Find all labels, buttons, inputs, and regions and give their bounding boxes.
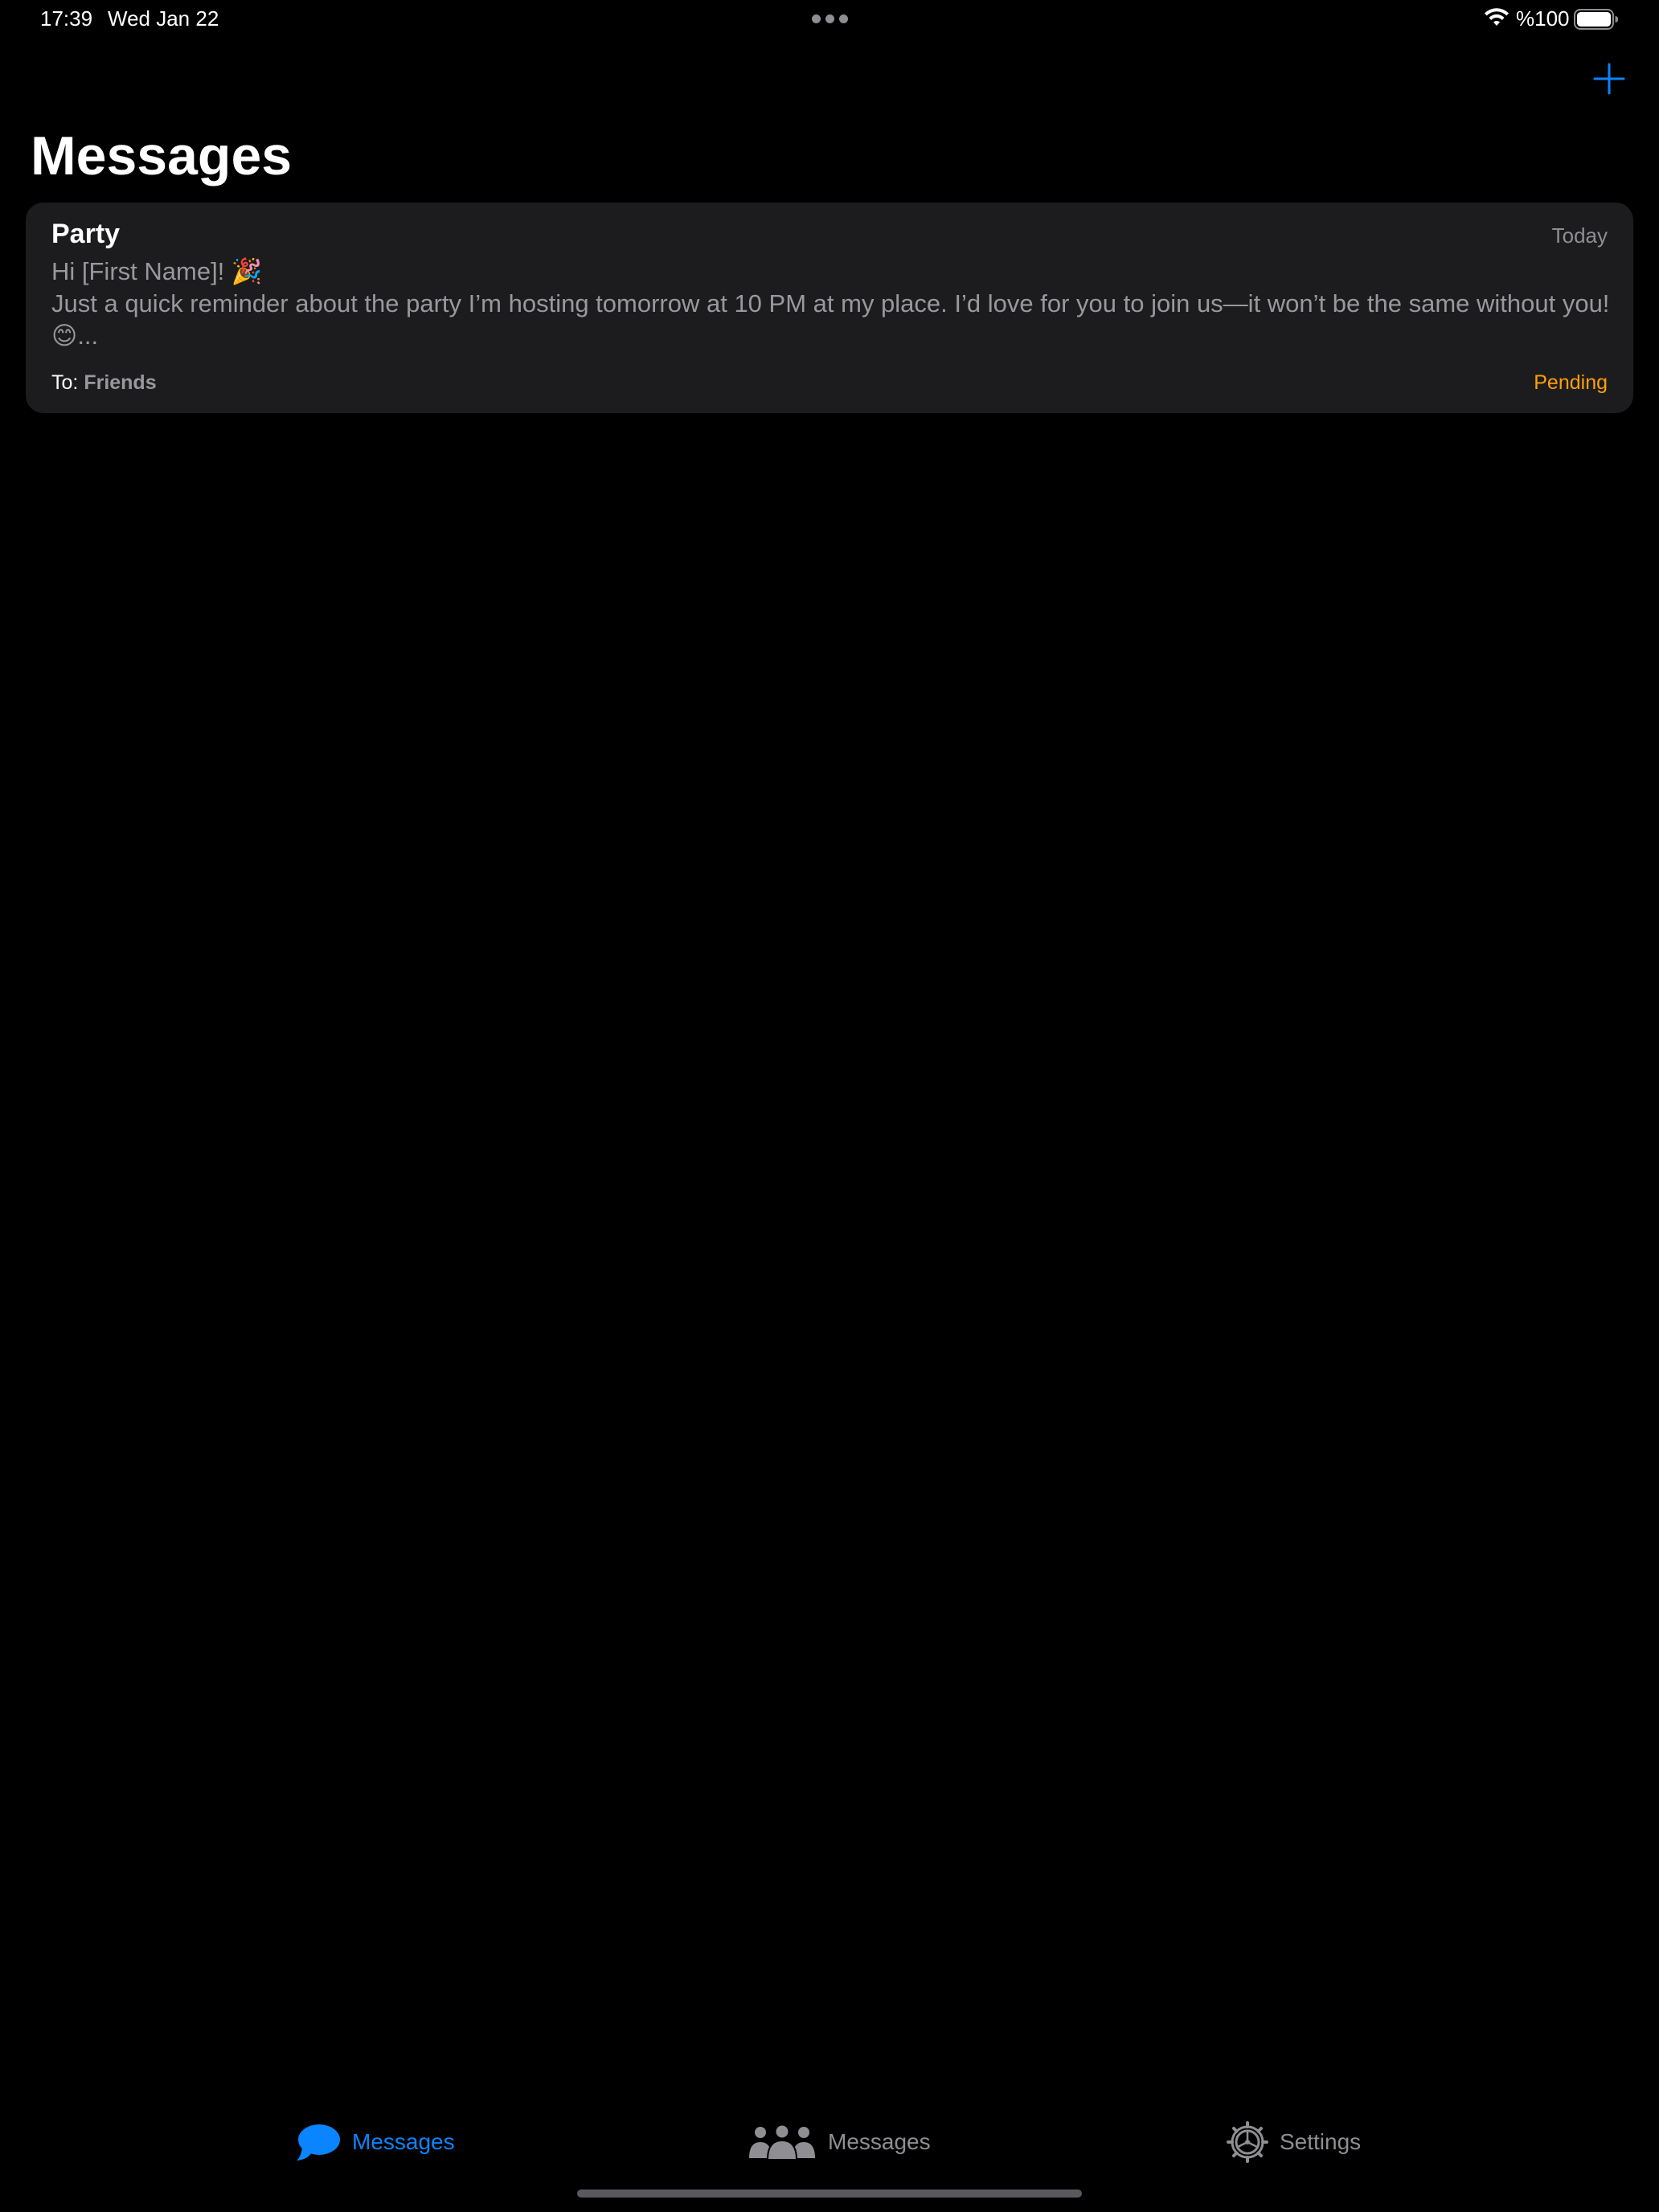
people-group-icon (749, 2124, 815, 2160)
recipients-group: Friends (84, 371, 157, 394)
tab-messages[interactable]: Messages (296, 2114, 455, 2170)
tab-label: Messages (352, 2129, 455, 2154)
page-title: Messages (31, 125, 293, 186)
tab-groups[interactable]: Messages (748, 2114, 931, 2170)
tab-label: Settings (1280, 2129, 1362, 2154)
tab-bar: Messages Messages Settings (0, 2114, 1659, 2186)
message-preview-line: 😊... (51, 322, 99, 350)
home-indicator[interactable] (577, 2189, 1082, 2198)
message-date: Today (1551, 223, 1608, 248)
plus-icon (1593, 63, 1625, 95)
battery-percentage: %100 (1516, 6, 1570, 31)
message-title: Party (51, 219, 121, 249)
message-bubble-icon (297, 2124, 340, 2161)
tab-settings[interactable]: Settings (1227, 2114, 1361, 2170)
status-time: 17:39 (40, 6, 93, 31)
message-preview: Hi [First Name]! 🎉 Just a quick reminder… (51, 256, 1619, 352)
battery-icon (1574, 9, 1618, 30)
gear-icon (1227, 2121, 1268, 2163)
wifi-icon (1485, 8, 1509, 26)
status-badge: Pending (1534, 371, 1608, 394)
add-message-button[interactable] (1591, 61, 1627, 96)
recipients-prefix: To: (51, 371, 79, 394)
tab-label: Messages (828, 2129, 931, 2154)
message-preview-line: Hi [First Name]! 🎉 (51, 257, 263, 285)
multitasking-dots-icon[interactable] (812, 14, 848, 23)
message-preview-line: Just a quick reminder about the party I’… (51, 289, 1610, 317)
status-bar: 17:39 Wed Jan 22 %100 (0, 0, 1659, 39)
message-recipients: To: Friends (51, 371, 157, 395)
message-card[interactable]: Party Today Hi [First Name]! 🎉 Just a qu… (26, 203, 1633, 413)
status-date: Wed Jan 22 (108, 6, 219, 31)
